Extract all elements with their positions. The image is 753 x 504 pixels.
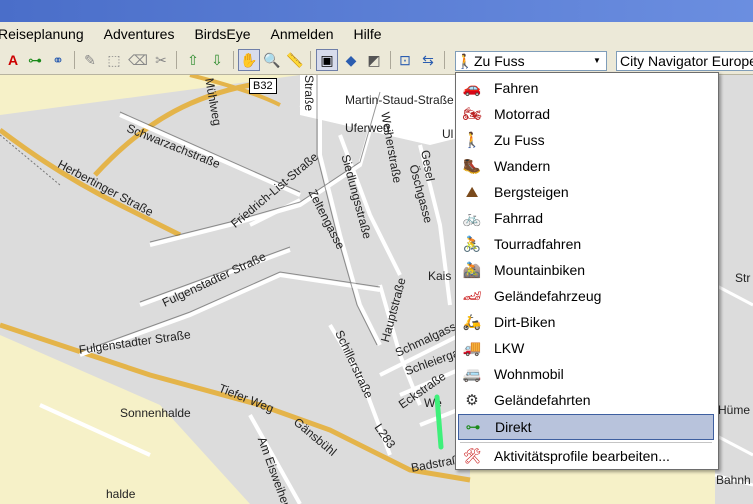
truck-icon: 🚚 (462, 340, 482, 357)
menu-item-direkt[interactable]: ⊶ Direkt (458, 414, 714, 440)
map-street-label: Straße (302, 75, 316, 112)
map-street-label: Ul (442, 127, 454, 141)
map-product-select[interactable]: City Navigator Europe (616, 51, 753, 71)
rv-icon: 🚐 (462, 366, 482, 383)
car-icon: 🚗 (462, 80, 482, 97)
pencil-icon[interactable]: ✎ (80, 50, 100, 70)
menu-item-fahren[interactable]: 🚗 Fahren (458, 76, 714, 100)
menu-separator (460, 442, 712, 443)
map-street-label: We (424, 396, 442, 410)
toolbar-separator (390, 51, 391, 69)
menu-item-dirt-biken[interactable]: 🛵 Dirt-Biken (458, 310, 714, 334)
layer-icon[interactable]: ◩ (364, 50, 384, 70)
select-area-icon[interactable]: ⬚ (104, 50, 124, 70)
map-street-label: Str (735, 271, 751, 285)
bicycle-icon: 🚲 (462, 210, 482, 227)
map-product-value: City Navigator Europe (620, 53, 753, 69)
menu-item-wandern[interactable]: 🥾 Wandern (458, 154, 714, 178)
direct-route-icon: ⊶ (465, 419, 481, 436)
mountain-icon: ⛰ (465, 183, 479, 201)
hiking-icon: 🥾 (462, 158, 482, 175)
menu-item-lkw[interactable]: 🚚 LKW (458, 336, 714, 360)
activity-profile-dropdown: 🚗 Fahren 🏍 Motorrad 🚶 Zu Fuss 🥾 Wandern … (455, 72, 719, 470)
map-street-label: Bahnh (716, 473, 751, 487)
atv-icon: 🏎 (462, 288, 482, 305)
map-view-icon[interactable]: ▣ (316, 49, 338, 71)
motorcycle-icon: 🏍 (462, 106, 482, 123)
link-icon[interactable]: ⚭ (48, 50, 68, 70)
hand-pan-icon[interactable]: ✋ (238, 49, 260, 71)
activity-profile-select[interactable]: 🚶 Zu Fuss ▼ (455, 51, 607, 71)
toolbar-separator (176, 51, 177, 69)
mountain-bike-icon: 🚵 (462, 262, 482, 279)
menu-adventures[interactable]: Adventures (104, 26, 184, 42)
walking-icon: 🚶 (462, 132, 482, 149)
toolbar-separator (310, 51, 311, 69)
toolbar: A ⊶ ⚭ ✎ ⬚ ⌫ ✂ ⇧ ⇩ ✋ 🔍 📏 ▣ ◆ ◩ ⊡ ⇆ 🚶 Zu F… (0, 46, 753, 75)
map-place-label: halde (106, 487, 136, 501)
menu-anmelden[interactable]: Anmelden (270, 26, 342, 42)
eraser-icon[interactable]: ⌫ (128, 50, 148, 70)
menu-item-gelaendefahrten[interactable]: ⚙ Geländefahrten (458, 388, 714, 412)
menu-reiseplanung[interactable]: Reiseplanung (0, 26, 93, 42)
menu-bar: Reiseplanung Adventures BirdsEye Anmelde… (0, 22, 753, 46)
scissors-icon[interactable]: ✂ (151, 50, 171, 70)
menu-item-tourradfahren[interactable]: 🚴 Tourradfahren (458, 232, 714, 256)
map-place-label: Kais (428, 269, 452, 283)
menu-item-fahrrad[interactable]: 🚲 Fahrrad (458, 206, 714, 230)
activity-profile-value: Zu Fuss (474, 53, 525, 69)
menu-item-mountainbiken[interactable]: 🚵 Mountainbiken (458, 258, 714, 282)
sync-icon[interactable]: ⇆ (418, 50, 438, 70)
menu-item-wohnmobil[interactable]: 🚐 Wohnmobil (458, 362, 714, 386)
chevron-down-icon[interactable]: ▼ (590, 53, 604, 67)
toolbar-separator (233, 51, 234, 69)
menu-item-edit-profiles[interactable]: 🛠 Aktivitätsprofile bearbeiten... (458, 444, 714, 468)
road-tooltip: B32 (249, 78, 277, 94)
route-icon[interactable]: ⊶ (25, 50, 45, 70)
toolbar-separator (74, 51, 75, 69)
menu-item-zu-fuss[interactable]: 🚶 Zu Fuss (458, 128, 714, 152)
menu-item-motorrad[interactable]: 🏍 Motorrad (458, 102, 714, 126)
walking-icon: 🚶 (456, 52, 474, 69)
edit-profiles-icon: 🛠 (462, 448, 482, 465)
map-place-label: Sonnenhalde (120, 406, 191, 420)
menu-birdseye[interactable]: BirdsEye (194, 26, 259, 42)
menu-hilfe[interactable]: Hilfe (354, 26, 391, 42)
fit-view-icon[interactable]: ⊡ (395, 50, 415, 70)
menu-item-bergsteigen[interactable]: ⛰ Bergsteigen (458, 180, 714, 204)
menu-item-gelaendefahrzeug[interactable]: 🏎 Geländefahrzeug (458, 284, 714, 308)
dirt-bike-icon: 🛵 (462, 314, 482, 331)
upload-icon[interactable]: ⇧ (183, 50, 203, 70)
toolbar-separator (444, 51, 445, 69)
route-a-icon[interactable]: A (3, 50, 23, 70)
zoom-icon[interactable]: 🔍 (262, 50, 282, 70)
touring-bike-icon: 🚴 (462, 236, 482, 253)
window-title-bar (0, 0, 753, 22)
3d-view-icon[interactable]: ◆ (341, 50, 361, 70)
map-street-label: Martin-Staud-Straße (345, 93, 454, 107)
map-street-label: Hüme (718, 403, 751, 417)
offroad-icon: ⚙ (465, 392, 479, 409)
measure-icon[interactable]: 📏 (285, 50, 305, 70)
download-icon[interactable]: ⇩ (207, 50, 227, 70)
